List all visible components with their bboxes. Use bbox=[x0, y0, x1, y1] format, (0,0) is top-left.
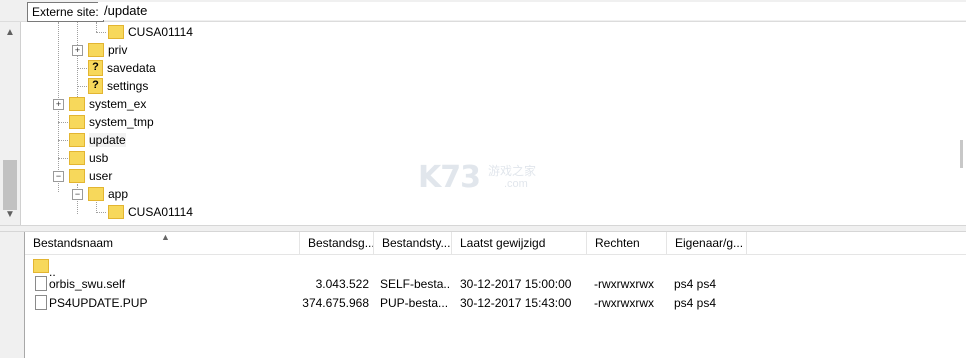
scroll-down-icon[interactable]: ▼ bbox=[5, 210, 15, 220]
tree-item-system-tmp[interactable]: system_tmp bbox=[69, 113, 154, 131]
folder-open-icon bbox=[88, 186, 104, 201]
tree-connector bbox=[58, 140, 68, 141]
file-name: PS4UPDATE.PUP bbox=[49, 296, 148, 310]
remote-site-label: Externe site: bbox=[27, 2, 104, 22]
file-modified: 30-12-2017 15:43:00 bbox=[460, 296, 572, 310]
column-header-permissions[interactable]: Rechten bbox=[587, 232, 667, 254]
scroll-up-icon[interactable]: ▲ bbox=[5, 28, 15, 38]
tree-right-scroll-indicator bbox=[960, 140, 963, 168]
tree-item-user[interactable]: user bbox=[69, 167, 112, 185]
column-header-owner-group[interactable]: Eigenaar/g... bbox=[667, 232, 747, 254]
sort-ascending-icon: ▲ bbox=[161, 232, 170, 242]
tree-connector bbox=[96, 22, 97, 32]
file-icon bbox=[35, 295, 47, 311]
remote-directory-tree: CUSA01114 + priv ? savedata ? settings + s… bbox=[24, 22, 966, 225]
file-modified: 30-12-2017 15:00:00 bbox=[460, 277, 572, 291]
tree-connector bbox=[96, 212, 106, 213]
expand-plus-icon[interactable]: + bbox=[72, 45, 83, 56]
tree-item-system-ex[interactable]: system_ex bbox=[69, 95, 146, 113]
tree-connector bbox=[77, 86, 87, 87]
folder-icon bbox=[69, 114, 85, 129]
collapse-minus-icon[interactable]: − bbox=[53, 171, 64, 182]
watermark-logo: K73 游戏之家 .com bbox=[418, 160, 537, 195]
column-header-filesize[interactable]: Bestandsg... bbox=[300, 232, 374, 254]
file-icon bbox=[35, 276, 47, 292]
file-size: 374.675.968 bbox=[302, 296, 369, 310]
tree-item-cusa01114[interactable]: CUSA01114 bbox=[108, 23, 193, 41]
file-list-left-strip bbox=[0, 232, 24, 358]
tree-connector bbox=[58, 158, 68, 159]
column-header-filetype[interactable]: Bestandsty... bbox=[374, 232, 452, 254]
collapse-minus-icon[interactable]: − bbox=[72, 189, 83, 200]
tree-connector bbox=[77, 68, 87, 69]
expand-plus-icon[interactable]: + bbox=[53, 99, 64, 110]
tree-item-app[interactable]: app bbox=[88, 185, 128, 203]
tree-item-cusa01114-app[interactable]: CUSA01114 bbox=[108, 203, 193, 221]
file-permissions: -rwxrwxrwx bbox=[594, 277, 654, 291]
file-row-ps4update-pup[interactable]: PS4UPDATE.PUP 374.675.968 PUP-besta... 3… bbox=[25, 294, 966, 313]
file-name: orbis_swu.self bbox=[49, 277, 126, 291]
file-type: PUP-besta... bbox=[380, 296, 449, 310]
folder-icon bbox=[33, 258, 49, 273]
file-type: SELF-besta... bbox=[380, 277, 450, 291]
folder-icon bbox=[69, 150, 85, 165]
tree-item-savedata[interactable]: ? savedata bbox=[88, 59, 156, 77]
folder-icon bbox=[69, 96, 85, 111]
folder-icon bbox=[108, 204, 124, 219]
file-permissions: -rwxrwxrwx bbox=[594, 296, 654, 310]
tree-scrollbar[interactable]: ▲ ▼ bbox=[0, 22, 21, 225]
file-list-header: Bestandsnaam ▲ Bestandsg... Bestandsty..… bbox=[25, 232, 966, 255]
folder-icon bbox=[88, 42, 104, 57]
file-row-parent[interactable]: .. bbox=[25, 257, 966, 279]
remote-site-bar: Externe site: /update bbox=[0, 0, 966, 22]
tree-connector bbox=[96, 32, 106, 33]
pane-splitter[interactable] bbox=[0, 225, 966, 232]
column-header-last-modified[interactable]: Laatst gewijzigd bbox=[452, 232, 587, 254]
remote-path-input[interactable]: /update bbox=[98, 2, 966, 20]
tree-item-settings[interactable]: ? settings bbox=[88, 77, 148, 95]
file-owner: ps4 ps4 bbox=[674, 296, 717, 310]
unknown-folder-icon: ? bbox=[88, 77, 103, 94]
file-row-orbis-swu[interactable]: orbis_swu.self 3.043.522 SELF-besta... 3… bbox=[25, 275, 966, 294]
folder-open-icon bbox=[69, 168, 85, 183]
folder-icon bbox=[69, 132, 85, 147]
remote-file-list: Bestandsnaam ▲ Bestandsg... Bestandsty..… bbox=[24, 232, 966, 358]
file-owner: ps4 ps4 bbox=[674, 277, 717, 291]
tree-connector bbox=[58, 122, 68, 123]
folder-icon bbox=[108, 24, 124, 39]
tree-item-update[interactable]: update bbox=[69, 131, 126, 149]
tree-item-priv[interactable]: priv bbox=[88, 41, 127, 59]
file-size: 3.043.522 bbox=[315, 277, 369, 291]
column-header-filename[interactable]: Bestandsnaam ▲ bbox=[25, 232, 300, 254]
tree-item-usb[interactable]: usb bbox=[69, 149, 108, 167]
scrollbar-thumb[interactable] bbox=[3, 160, 17, 210]
unknown-folder-icon: ? bbox=[88, 59, 103, 76]
